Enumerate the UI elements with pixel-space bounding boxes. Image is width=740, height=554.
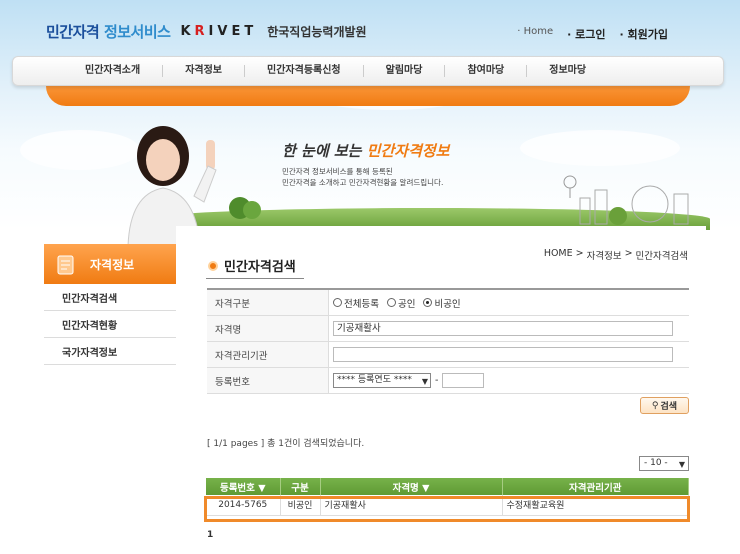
- page-title: 민간자격검색: [208, 256, 296, 275]
- name-label: 자격명: [207, 316, 329, 341]
- col-type-header: 구분: [280, 478, 321, 495]
- join-link[interactable]: · 회원가입: [620, 26, 669, 42]
- sidebar-item-national[interactable]: 국가자격정보: [44, 338, 176, 365]
- qualification-name-input[interactable]: 기공재활사: [333, 321, 673, 336]
- cell-name[interactable]: 기공재활사: [320, 495, 503, 516]
- krivet-logo: KRIVET: [180, 23, 258, 39]
- title-underline: [206, 278, 304, 279]
- main-nav: 민간자격소개 자격정보 민간자격등록신청 알림마당 참여마당 정보마당: [12, 56, 724, 86]
- cell-regno: 2014-5765: [206, 495, 281, 516]
- per-page-select[interactable]: - 10 - ▼: [639, 456, 689, 471]
- nav-item-register[interactable]: 민간자격등록신청: [245, 65, 364, 77]
- result-count: [ 1/1 pages ] 총 1건이 검색되었습니다.: [207, 439, 365, 449]
- sidebar-title: 자격정보: [90, 257, 135, 272]
- logo-text: 민간자격 정보서비스: [46, 22, 171, 41]
- sidebar-item-search[interactable]: 민간자격검색: [44, 284, 176, 311]
- search-form: 자격구분 전체등록 공인 비공인 자격명 기공재활사 자격관리기관 등록번호 *…: [207, 288, 689, 394]
- radio-uncertified[interactable]: 비공인: [423, 296, 461, 310]
- cloud-decoration: [520, 130, 680, 166]
- sidebar-item-status[interactable]: 민간자격현황: [44, 311, 176, 338]
- regno-dash: -: [435, 375, 439, 386]
- reg-year-select[interactable]: **** 등록연도 **** ▼: [333, 373, 431, 388]
- cell-type: 비공인: [280, 495, 321, 516]
- login-link[interactable]: · 로그인: [567, 26, 605, 42]
- top-links: · Home · 로그인 · 회원가입: [517, 26, 668, 42]
- tree-illustration: [229, 197, 261, 219]
- breadcrumb-current: 민간자격검색: [635, 251, 688, 262]
- breadcrumb-separator: >: [575, 248, 584, 259]
- table-row[interactable]: 2014-5765 비공인 기공재활사 수정재활교육원: [206, 495, 689, 516]
- results-table: 등록번호 ▼ 구분 자격명 ▼ 자격관리기관 2014-5765 비공인 기공재…: [206, 478, 689, 516]
- main-content: 민간자격검색 HOME > 자격정보 > 민간자격검색 자격구분 전체등록 공인…: [176, 226, 706, 554]
- title-bullet-icon: [208, 260, 218, 271]
- nav-item-infocenter[interactable]: 정보마당: [527, 65, 608, 77]
- org-name: 한국직업능력개발원: [267, 24, 367, 39]
- nav-item-notice[interactable]: 알림마당: [364, 65, 446, 77]
- col-regno-header[interactable]: 등록번호 ▼: [206, 478, 281, 495]
- sidebar: 자격정보 민간자격검색 민간자격현황 국가자격정보: [44, 244, 176, 365]
- org-input[interactable]: [333, 347, 673, 362]
- breadcrumb-info[interactable]: 자격정보: [587, 248, 622, 262]
- col-org-header: 자격관리기관: [502, 478, 689, 495]
- breadcrumb: HOME > 자격정보 > 민간자격검색: [544, 248, 688, 262]
- nav-item-participate[interactable]: 참여마당: [445, 65, 528, 77]
- form-row-type: 자격구분 전체등록 공인 비공인: [207, 290, 689, 316]
- reg-number-input[interactable]: [442, 373, 485, 388]
- radio-all[interactable]: 전체등록: [333, 296, 379, 310]
- document-icon: [57, 255, 74, 275]
- form-row-regno: 등록번호 **** 등록연도 **** ▼ -: [207, 368, 689, 394]
- form-row-org: 자격관리기관: [207, 342, 689, 368]
- banner-description: 민간자격 정보서비스를 통해 등록된 민간자격을 소개하고 민간자격현황을 알려…: [282, 167, 444, 187]
- chevron-down-icon: ▼: [678, 460, 685, 469]
- nav-item-info[interactable]: 자격정보: [163, 65, 246, 77]
- pagination-page-1[interactable]: 1: [207, 530, 213, 540]
- breadcrumb-home[interactable]: HOME: [544, 248, 573, 262]
- nav-item-intro[interactable]: 민간자격소개: [63, 65, 164, 77]
- chevron-down-icon: ▼: [421, 377, 428, 386]
- cell-org: 수정재활교육원: [502, 495, 689, 516]
- home-link[interactable]: · Home: [517, 26, 553, 42]
- type-label: 자격구분: [207, 290, 329, 315]
- breadcrumb-separator: >: [624, 248, 633, 259]
- org-label: 자격관리기관: [207, 342, 329, 367]
- site-logo[interactable]: 민간자격 정보서비스 KRIVET 한국직업능력개발원: [46, 20, 367, 42]
- form-row-name: 자격명 기공재활사: [207, 316, 689, 342]
- banner-title: 한 눈에 보는 민간자격정보: [282, 142, 450, 160]
- radio-certified[interactable]: 공인: [386, 296, 415, 310]
- sidebar-header: 자격정보: [44, 244, 176, 284]
- search-icon: ⚲: [651, 400, 659, 411]
- search-button[interactable]: ⚲ 검색: [640, 397, 689, 414]
- city-illustration: [563, 175, 689, 225]
- col-name-header[interactable]: 자격명 ▼: [320, 478, 503, 495]
- regno-label: 등록번호: [207, 368, 329, 393]
